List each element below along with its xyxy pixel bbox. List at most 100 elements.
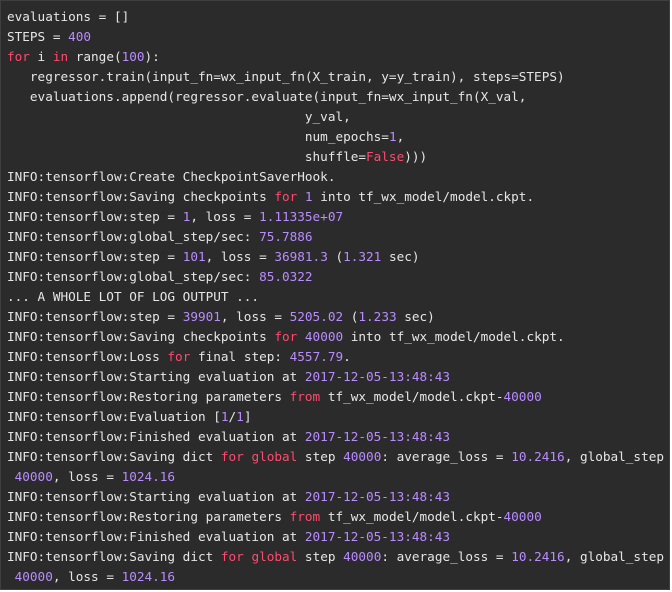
code-token: False (366, 149, 405, 164)
code-line: num_epochs=1, (7, 127, 669, 147)
code-line: INFO:tensorflow:Saving dict for global s… (7, 447, 669, 467)
code-line: INFO:tensorflow:Starting evaluation at 2… (7, 487, 669, 507)
code-token: global (251, 549, 298, 564)
code-token: INFO:tensorflow:Create CheckpointSaverHo… (7, 169, 336, 184)
code-token: ( (343, 309, 359, 324)
code-token: 36981.3 (274, 249, 328, 264)
code-token: INFO:tensorflow:Evaluation [ (7, 409, 221, 424)
code-token: . (343, 349, 351, 364)
code-token: 2017-12-05-13:48:43 (304, 369, 451, 384)
code-token: 40000 (14, 469, 53, 484)
code-token: shuffle= (7, 149, 367, 164)
code-token: INFO:tensorflow:Starting evaluation at (7, 369, 305, 384)
code-token: step (297, 449, 344, 464)
code-line: INFO:tensorflow:Evaluation [1/1] (7, 407, 669, 427)
code-token: i (29, 49, 53, 64)
code-token: evaluations = [] (7, 9, 130, 24)
code-token: INFO:tensorflow:global_step/sec: (7, 269, 260, 284)
code-token: 40000 (304, 329, 344, 344)
code-token: 75.7886 (259, 229, 313, 244)
code-token: from (289, 389, 321, 404)
code-token: 40000 (503, 389, 542, 404)
code-token: 1 (304, 189, 313, 204)
code-token: : average_loss = (381, 549, 512, 564)
code-token: from (289, 509, 321, 524)
code-line: INFO:tensorflow:Loss for final step: 455… (7, 347, 669, 367)
code-token: INFO:tensorflow:Saving checkpoints (7, 329, 275, 344)
code-token: ] (243, 409, 252, 424)
code-line: STEPS = 400 (7, 27, 669, 47)
code-token: , global_step = (564, 549, 669, 564)
code-line: y_val, (7, 107, 669, 127)
code-token: INFO:tensorflow:Finished evaluation at (7, 429, 305, 444)
code-line: INFO:tensorflow:Starting evaluation at 2… (7, 367, 669, 387)
code-output-block: evaluations = [] STEPS = 400 for i in rang… (0, 0, 670, 590)
code-line: INFO:tensorflow:Saving checkpoints for 4… (7, 327, 669, 347)
code-token: INFO:tensorflow:Loss (7, 349, 168, 364)
code-token: INFO:tensorflow:Saving checkpoints (7, 189, 275, 204)
code-token: ): (144, 49, 160, 64)
code-token: tf_wx_model/model.ckpt- (320, 389, 504, 404)
code-token: , (396, 129, 405, 144)
code-line: INFO:tensorflow:step = 39901, loss = 520… (7, 307, 669, 327)
code-token: , loss = (205, 249, 275, 264)
code-line: INFO:tensorflow:step = 101, loss = 36981… (7, 247, 669, 267)
code-line: shuffle=False))) (7, 147, 669, 167)
code-token: , loss = (190, 209, 260, 224)
code-token: INFO:tensorflow:step = (7, 309, 183, 324)
code-line: evaluations = [] (7, 7, 669, 27)
code-token: step (297, 549, 344, 564)
code-token: 1024.16 (121, 469, 176, 484)
code-token: for (274, 329, 298, 344)
code-token: , loss = (52, 569, 122, 584)
code-line: regressor.train(input_fn=wx_input_fn(X_t… (7, 67, 669, 87)
code-token: INFO:tensorflow:Restoring parameters (7, 389, 290, 404)
code-token: INFO:tensorflow:Finished evaluation at (7, 529, 305, 544)
code-token: ))) (404, 149, 428, 164)
code-token: , global_step = (564, 449, 669, 464)
code-token: INFO:tensorflow:step = (7, 209, 183, 224)
code-token: 85.0322 (259, 269, 313, 284)
code-line: INFO:tensorflow:Finished evaluation at 2… (7, 527, 669, 547)
code-token: for (220, 549, 244, 564)
code-token: , loss = (220, 309, 290, 324)
code-token: for (167, 349, 191, 364)
code-line: INFO:tensorflow:Saving checkpoints for 1… (7, 187, 669, 207)
code-token: INFO:tensorflow:Saving dict (7, 449, 221, 464)
code-token: INFO:tensorflow:step = (7, 249, 183, 264)
code-token: 10.2416 (511, 549, 565, 564)
code-token: for (7, 49, 30, 64)
code-token: INFO:tensorflow:global_step/sec: (7, 229, 260, 244)
code-token: 39901 (182, 309, 221, 324)
code-token: sec) (396, 309, 435, 324)
code-token: 1 (220, 409, 229, 424)
code-line: for i in range(100): (7, 47, 669, 67)
code-token: ( (327, 249, 344, 264)
code-token: 40000 (343, 549, 382, 564)
code-token: sec) (381, 249, 420, 264)
code-token: ... A WHOLE LOT OF LOG OUTPUT ... (7, 289, 260, 304)
code-token: 1.233 (358, 309, 397, 324)
code-token: 2017-12-05-13:48:43 (304, 429, 451, 444)
code-token: 4557.79 (289, 349, 344, 364)
code-token: 40000 (14, 569, 53, 584)
code-token: 40000 (343, 449, 382, 464)
code-token: INFO:tensorflow:Saving dict (7, 549, 221, 564)
code-token: 101 (182, 249, 206, 264)
code-token: 1 (236, 409, 244, 424)
code-line: INFO:tensorflow:Saving dict for global s… (7, 547, 669, 567)
code-token: final step: (190, 349, 290, 364)
code-token: regressor.train(input_fn=wx_input_fn(X_t… (7, 69, 565, 84)
code-token: , loss = (52, 469, 122, 484)
code-token: into tf_wx_model/model.ckpt. (312, 189, 535, 204)
code-line: INFO:tensorflow:Restoring parameters fro… (7, 507, 669, 527)
code-token: 400 (68, 29, 92, 44)
code-token: 2017-12-05-13:48:43 (304, 489, 451, 504)
code-token: 1024.16 (121, 569, 176, 584)
code-line: INFO:tensorflow:global_step/sec: 75.7886 (7, 227, 669, 247)
code-line: evaluations.append(regressor.evaluate(in… (7, 87, 669, 107)
